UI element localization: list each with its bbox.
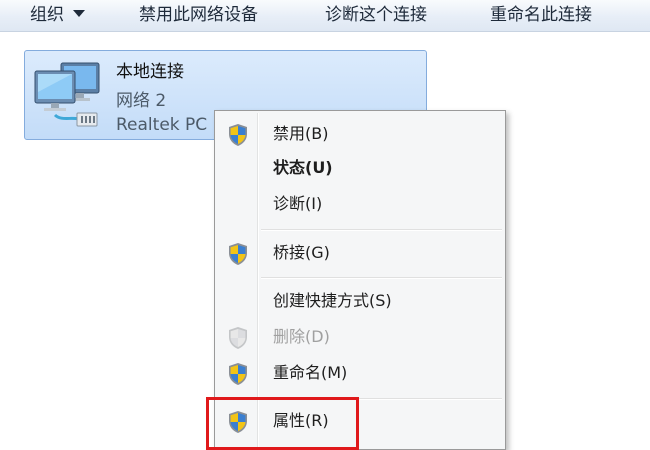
connection-name: 本地连接 <box>116 62 184 82</box>
menu-item-label: 诊断(I) <box>273 194 323 213</box>
menu-item-label: 重命名(M) <box>273 363 348 382</box>
menu-separator <box>261 229 502 231</box>
menu-item-label: 状态(U) <box>273 158 333 177</box>
network-adapter-icon <box>34 62 100 127</box>
menu-item-delete: 删除(D) <box>218 321 502 353</box>
menu-separator <box>261 398 502 400</box>
menu-item-label: 属性(R) <box>273 411 329 430</box>
menu-item-status[interactable]: 状态(U) <box>218 152 502 184</box>
uac-shield-icon <box>229 363 247 385</box>
menu-item-label: 桥接(G) <box>273 243 330 262</box>
organize-label: 组织 <box>30 5 64 25</box>
command-bar: 组织 禁用此网络设备 诊断这个连接 重命名此连接 <box>0 0 650 32</box>
menu-item-disable[interactable]: 禁用(B) <box>218 118 502 150</box>
organize-menu-button[interactable]: 组织 <box>30 4 85 26</box>
rename-connection-button[interactable]: 重命名此连接 <box>490 4 592 26</box>
menu-separator <box>261 277 502 279</box>
uac-shield-icon <box>229 243 247 265</box>
uac-shield-icon <box>229 411 247 433</box>
menu-item-label: 删除(D) <box>273 327 330 346</box>
menu-item-label: 禁用(B) <box>273 124 329 143</box>
disable-device-button[interactable]: 禁用此网络设备 <box>139 4 258 26</box>
uac-shield-icon <box>229 124 247 146</box>
menu-item-rename[interactable]: 重命名(M) <box>218 357 502 389</box>
menu-item-properties[interactable]: 属性(R) <box>218 405 502 437</box>
uac-shield-disabled-icon <box>229 327 247 349</box>
menu-item-bridge[interactable]: 桥接(G) <box>218 237 502 269</box>
connection-context-menu: 禁用(B) 状态(U) 诊断(I) 桥接(G) 创建快捷方式(S) 删除(D) … <box>214 110 506 450</box>
connection-network: 网络 2 <box>116 91 167 111</box>
menu-item-label: 创建快捷方式(S) <box>273 291 392 310</box>
menu-item-diagnose[interactable]: 诊断(I) <box>218 188 502 220</box>
diagnose-connection-button[interactable]: 诊断这个连接 <box>325 4 427 26</box>
caret-down-icon <box>73 9 85 17</box>
menu-item-create-shortcut[interactable]: 创建快捷方式(S) <box>218 285 502 317</box>
